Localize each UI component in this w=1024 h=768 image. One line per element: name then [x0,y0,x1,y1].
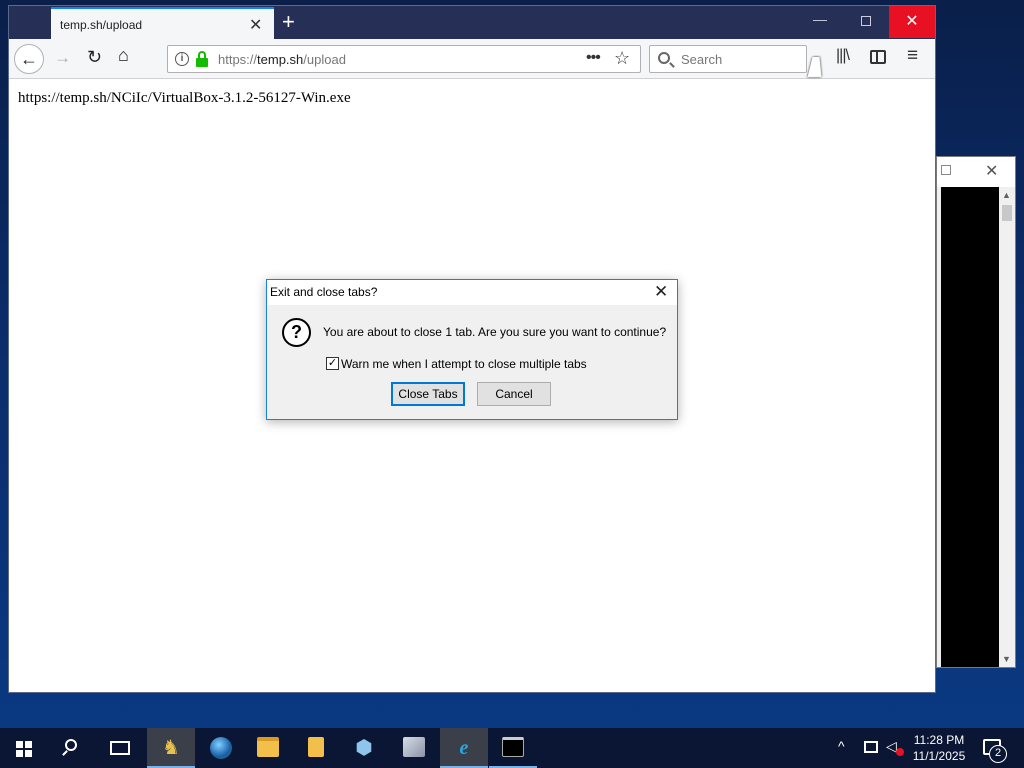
navigation-toolbar: ← → ↻ ⌂ i https://temp.sh/upload ••• ☆ S… [9,39,935,79]
dialog-titlebar[interactable]: Exit and close tabs? ✕ [267,280,677,305]
search-icon [658,52,670,64]
taskbar-app-globe[interactable] [196,728,244,768]
show-hidden-icons-chevron-icon[interactable]: ^ [838,738,845,754]
dialog-close-icon[interactable]: ✕ [654,282,668,302]
home-icon[interactable]: ⌂ [118,45,129,66]
maximize-icon[interactable] [861,16,871,26]
taskbar: ♞ ⬢ e ^ ◁ 11:28 PM 11/1/2025 2 [0,728,1024,768]
url-host: temp.sh [257,52,304,67]
hamburger-menu-icon[interactable]: ≡ [907,45,918,67]
internet-explorer-icon: e [459,737,469,759]
warn-checkbox-label[interactable]: Warn me when I attempt to close multiple… [341,357,587,371]
dialog-title: Exit and close tabs? [270,285,378,299]
dialog-message: You are about to close 1 tab. Are you su… [323,325,667,339]
minimize-icon[interactable]: — [813,11,827,27]
clock-time: 11:28 PM [913,733,965,747]
dragon-app-icon: ♞ [162,737,180,759]
forward-arrow-icon[interactable]: → [54,48,71,68]
scrollbar-thumb[interactable] [1002,205,1012,221]
url-text[interactable]: https://temp.sh/upload [218,52,346,67]
command-prompt-icon [502,737,524,757]
url-bar[interactable]: i https://temp.sh/upload ••• ☆ [167,45,641,73]
window-close-button[interactable]: ✕ [889,6,935,38]
new-tab-icon[interactable]: + [282,9,295,35]
volume-muted-badge-icon [896,748,904,756]
taskbar-search-button[interactable] [48,728,96,768]
globe-icon [210,737,232,759]
server-icon [403,737,425,757]
question-icon: ? [282,318,311,347]
cube-icon: ⬢ [355,737,373,759]
page-content-link[interactable]: https://temp.sh/NCiIc/VirtualBox-3.1.2-5… [18,90,351,107]
close-tabs-dialog: Exit and close tabs? ✕ ? You are about t… [266,279,678,420]
console-area[interactable] [941,187,999,667]
url-path: /upload [303,52,346,67]
taskbar-file-explorer[interactable] [244,728,292,768]
lock-icon[interactable] [195,51,209,67]
windows-logo-icon [16,741,32,757]
cancel-button[interactable]: Cancel [477,382,551,406]
page-actions-icon[interactable]: ••• [586,49,601,67]
taskbar-app-3d-box[interactable]: ⬢ [340,728,388,768]
download-folder-icon [308,737,324,757]
folder-icon [257,737,279,757]
scroll-down-icon[interactable]: ▼ [1002,654,1011,664]
taskbar-command-prompt[interactable] [489,728,537,768]
taskbar-app-dragon[interactable]: ♞ [147,728,195,768]
network-icon[interactable] [864,741,878,753]
taskbar-app-folder-download[interactable] [292,728,340,768]
taskbar-app-server[interactable] [390,728,438,768]
close-icon[interactable]: ✕ [985,161,998,181]
tab-title: temp.sh/upload [60,18,143,32]
start-button[interactable] [0,728,48,768]
close-tabs-button[interactable]: Close Tabs [391,382,465,406]
task-view-button[interactable] [96,728,144,768]
sidebar-icon[interactable] [870,50,886,64]
search-input[interactable]: Search [649,45,807,73]
maximize-icon[interactable] [941,165,951,175]
url-scheme: https:// [218,52,258,67]
scroll-up-icon[interactable]: ▲ [1002,190,1011,200]
taskbar-internet-explorer[interactable]: e [440,728,488,768]
warn-checkbox[interactable]: ✓ [326,357,339,370]
system-clock[interactable]: 11:28 PM 11/1/2025 [906,732,972,764]
search-placeholder: Search [681,52,723,67]
tab-bar: temp.sh/upload ✕ + — ✕ [9,6,935,39]
bookmark-star-icon[interactable]: ☆ [614,48,630,69]
tab-temp-sh-upload[interactable]: temp.sh/upload ✕ [51,7,274,39]
clock-date: 11/1/2025 [912,749,966,763]
scrollbar[interactable]: ▲ ▼ [999,187,1015,667]
reload-icon[interactable]: ↻ [87,47,102,68]
search-icon [65,739,77,751]
library-icon[interactable]: |||\ [836,47,850,65]
site-info-icon[interactable]: i [175,52,189,66]
back-arrow-icon[interactable]: ← [14,44,44,74]
close-tab-icon[interactable]: ✕ [249,15,262,35]
background-console-window[interactable]: ✕ ▲ ▼ [936,156,1016,668]
notification-count-badge: 2 [989,745,1007,763]
task-view-icon [110,741,130,755]
